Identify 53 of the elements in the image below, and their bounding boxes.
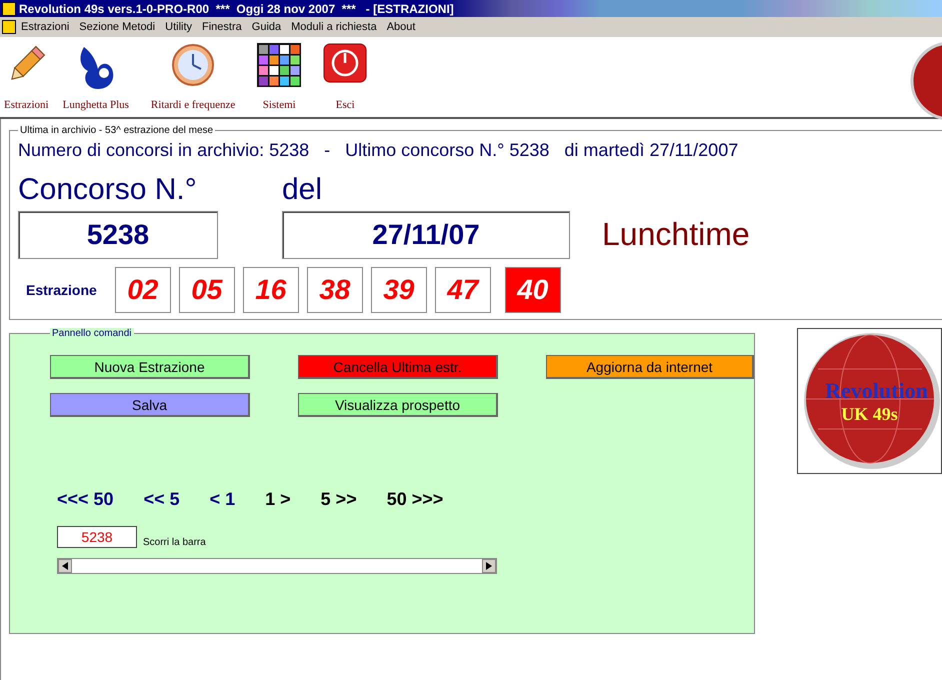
scroll-bar[interactable]: [57, 558, 497, 574]
command-button[interactable]: Salva: [50, 393, 250, 417]
session-text: Lunchtime: [602, 216, 750, 253]
number-field[interactable]: 39: [370, 267, 427, 313]
group-legend: Ultima in archivio - 53^ estrazione del mese: [18, 125, 216, 136]
menu-item[interactable]: Sezione Metodi: [74, 21, 160, 33]
window-title: Revolution 49s vers.1-0-PRO-R00 *** Oggi 28 nov 2007 *** - [ESTRAZIONI]: [19, 2, 454, 16]
navigation-link[interactable]: << 5: [144, 489, 180, 510]
command-button[interactable]: Nuova Estrazione: [50, 355, 250, 379]
navigation-link[interactable]: 50 >>>: [386, 489, 444, 510]
number-field[interactable]: 05: [178, 267, 235, 313]
navigation-link[interactable]: 5 >>: [320, 489, 357, 510]
navigation-link[interactable]: 1 >: [265, 489, 291, 510]
globe-logo-icon: [910, 41, 942, 121]
bonus-number-field[interactable]: 40: [504, 267, 561, 313]
toolbar-button[interactable]: Sistemi: [253, 37, 306, 111]
toolbar-button[interactable]: Lunghetta Plus: [58, 37, 133, 111]
command-button[interactable]: Aggiorna da internet: [546, 355, 754, 379]
power-icon: [323, 43, 368, 83]
number-field[interactable]: 38: [306, 267, 363, 313]
toolbar-button[interactable]: Ritardi e frequenze: [146, 37, 240, 111]
app-icon: [2, 20, 16, 34]
draw-label: Estrazione: [26, 282, 97, 298]
menu-item[interactable]: Finestra: [197, 21, 247, 33]
toolbar-button[interactable]: Esci: [319, 37, 372, 111]
number-field[interactable]: 47: [434, 267, 491, 313]
panel-legend: Pannello comandi: [50, 328, 134, 339]
menu-item[interactable]: Utility: [160, 21, 198, 33]
menu-item[interactable]: Moduli a richiesta: [286, 21, 382, 33]
date-label: del: [282, 173, 324, 207]
clock-icon: [171, 43, 216, 87]
number-field[interactable]: 16: [242, 267, 299, 313]
position-field[interactable]: 5238: [57, 526, 137, 548]
summary-text: Numero di concorsi in archivio: 5238 - Ultimo concorso N.° 5238 di martedì 27/11/2007: [18, 140, 740, 161]
contest-label: Concorso N.°: [18, 173, 198, 207]
logo-text: UK 49s: [841, 404, 898, 424]
contest-number-field[interactable]: 5238: [18, 211, 218, 259]
toolbar-button[interactable]: Estrazioni: [0, 37, 53, 111]
number-field[interactable]: 02: [114, 267, 171, 313]
menu-item[interactable]: Guida: [246, 21, 286, 33]
scroll-hint: Scorri la barra: [143, 537, 206, 548]
menu-item[interactable]: Estrazioni: [16, 21, 74, 33]
command-button[interactable]: Visualizza prospetto: [298, 393, 498, 417]
date-field[interactable]: 27/11/07: [282, 211, 570, 259]
command-button[interactable]: Cancella Ultima estr.: [298, 355, 498, 379]
color-grid-icon: [257, 43, 302, 87]
navigation-link[interactable]: < 1: [210, 489, 236, 510]
app-icon: [2, 2, 16, 16]
navigation-link[interactable]: <<< 50: [57, 489, 114, 510]
logo-text: Revolution: [825, 378, 928, 404]
scroll-right-icon[interactable]: [482, 559, 496, 573]
menu-item[interactable]: About: [382, 21, 420, 33]
scroll-left-icon[interactable]: [58, 559, 72, 573]
